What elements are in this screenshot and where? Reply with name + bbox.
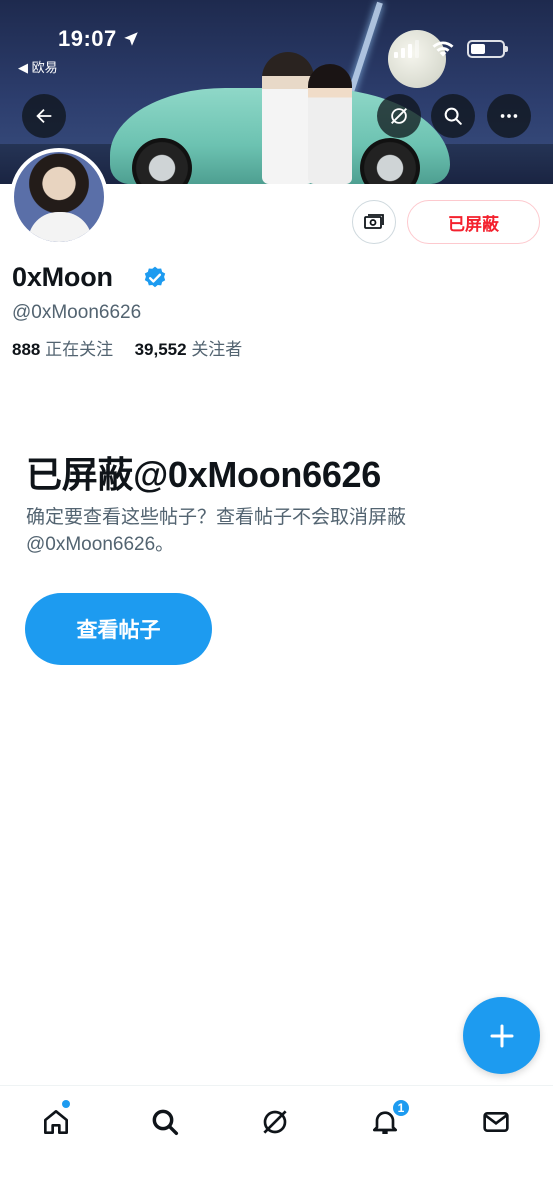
- arrow-left-icon: [36, 108, 52, 124]
- blocked-notice-description: 确定要查看这些帖子？查看帖子不会取消屏蔽@0xMoon6626。: [26, 507, 407, 555]
- display-name: 0xMoon: [12, 262, 113, 292]
- banner-car-wheel: [132, 138, 192, 184]
- view-posts-button[interactable]: 查看帖子: [25, 593, 212, 665]
- grok-icon: [263, 1110, 287, 1134]
- banner-car-wheel: [360, 138, 420, 184]
- money-icon: [364, 214, 384, 229]
- more-horizontal-icon: [500, 114, 518, 118]
- banner-figure: [308, 64, 352, 184]
- blocked-notice-title: 已屏蔽@0xMoon6626: [26, 454, 381, 495]
- avatar-shirt: [28, 212, 92, 242]
- following-count: 888: [12, 340, 41, 359]
- battery-icon: [467, 40, 508, 58]
- wifi-icon: [432, 41, 454, 57]
- tip-button[interactable]: [352, 200, 396, 244]
- mail-icon: [483, 1112, 509, 1132]
- profile-handle: @0xMoon6626: [12, 302, 142, 323]
- tab-messages[interactable]: [476, 1102, 516, 1142]
- search-icon: [444, 107, 462, 125]
- followers-label: 关注者: [191, 340, 243, 359]
- blocked-button[interactable]: 已屏蔽: [407, 200, 540, 244]
- grok-icon: [391, 108, 407, 124]
- tab-grok[interactable]: [255, 1102, 295, 1142]
- grok-button[interactable]: [377, 94, 421, 138]
- status-time: 19:07: [58, 26, 117, 51]
- profile-avatar[interactable]: [10, 148, 108, 246]
- followers-count: 39,552: [134, 340, 187, 359]
- tab-search[interactable]: [145, 1102, 185, 1142]
- status-bar: 19:07 ◀ 欧易: [0, 0, 553, 80]
- followers-link[interactable]: 39,552 关注者: [135, 340, 243, 359]
- verified-badge-icon: [144, 266, 166, 288]
- back-to-app-link[interactable]: ◀ 欧易: [18, 57, 58, 76]
- search-icon: [152, 1109, 179, 1136]
- following-label: 正在关注: [45, 340, 114, 359]
- notifications-badge: 1: [391, 1098, 411, 1118]
- compose-button[interactable]: [463, 997, 540, 1074]
- home-icon: [44, 1110, 68, 1134]
- search-button[interactable]: [431, 94, 475, 138]
- tab-notifications[interactable]: 1: [365, 1098, 411, 1142]
- following-link[interactable]: 888 正在关注: [12, 340, 113, 359]
- follow-stats: 888 正在关注 39,552 关注者: [12, 335, 242, 360]
- location-arrow-icon: [124, 32, 138, 46]
- back-button[interactable]: [22, 94, 66, 138]
- tab-home[interactable]: [36, 1100, 76, 1142]
- cellular-signal-icon: [394, 40, 419, 58]
- plus-icon: [490, 1024, 513, 1047]
- more-button[interactable]: [487, 94, 531, 138]
- home-unread-dot: [62, 1100, 70, 1108]
